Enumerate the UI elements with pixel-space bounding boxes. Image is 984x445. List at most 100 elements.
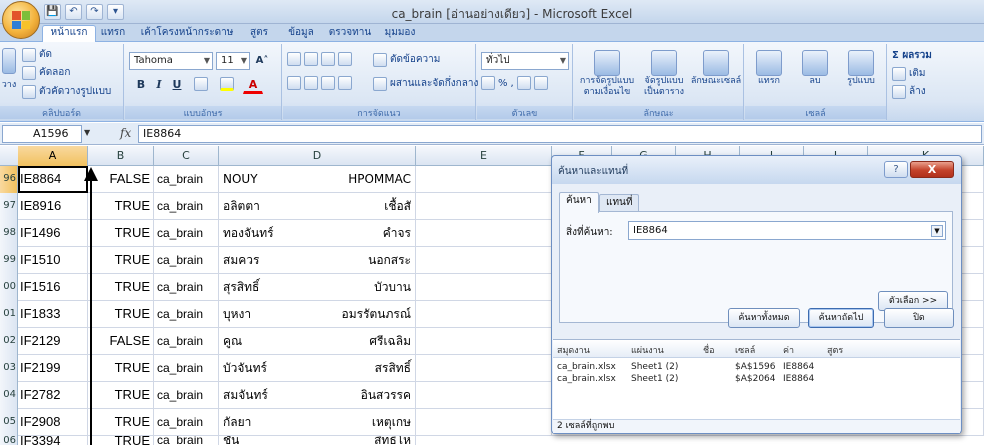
cell-b[interactable]: TRUE	[88, 274, 154, 301]
close-icon[interactable]: X	[910, 161, 954, 178]
cut-button[interactable]: ตัด	[22, 47, 52, 62]
cell-styles-button[interactable]: ลักษณะเซลล์	[690, 50, 742, 87]
cell-e[interactable]	[416, 355, 552, 382]
copy-button[interactable]: คัดลอก	[22, 65, 70, 80]
cell-d[interactable]: กัลยา เหตุเกษ	[219, 409, 416, 436]
cell-e[interactable]	[416, 382, 552, 409]
cell-d[interactable]: ชั้น สิทธิโห	[219, 436, 416, 445]
font-color-button[interactable]: A	[243, 76, 263, 94]
align-left-buttons[interactable]	[287, 76, 352, 90]
close-button[interactable]: ปิด	[884, 308, 954, 328]
wrap-text-button[interactable]: ตัดข้อความ	[373, 52, 440, 67]
cell-c[interactable]: ca_brain	[154, 166, 219, 193]
cell-a[interactable]: IE8864	[18, 166, 88, 193]
italic-button[interactable]: I	[149, 76, 169, 94]
tab-view[interactable]: มุมมอง	[380, 26, 420, 42]
cell-e[interactable]	[416, 274, 552, 301]
cell-c[interactable]: ca_brain	[154, 436, 219, 445]
number-buttons[interactable]: %,	[481, 76, 548, 90]
cell-d[interactable]: NOUY HPOMMAC	[219, 166, 416, 193]
cell-b[interactable]: TRUE	[88, 301, 154, 328]
tab-replace[interactable]: แทนที่	[599, 194, 640, 212]
cell-a[interactable]: IE8916	[18, 193, 88, 220]
cell-c[interactable]: ca_brain	[154, 220, 219, 247]
cell-a[interactable]: IF1516	[18, 274, 88, 301]
find-all-button[interactable]: ค้นหาทั้งหมด	[728, 308, 800, 328]
column-header-c[interactable]: C	[154, 146, 219, 166]
cell-a[interactable]: IF3394	[18, 436, 88, 445]
cell-c[interactable]: ca_brain	[154, 193, 219, 220]
underline-button[interactable]: U	[167, 76, 187, 94]
tab-data[interactable]: ข้อมูล	[283, 26, 319, 42]
office-button[interactable]	[2, 1, 40, 39]
cell-b[interactable]: TRUE	[88, 382, 154, 409]
insert-cells-button[interactable]: แทรก	[747, 50, 791, 87]
row-header[interactable]: 01	[0, 301, 18, 328]
cell-c[interactable]: ca_brain	[154, 328, 219, 355]
cell-d[interactable]: ทองจันทร์ คำจร	[219, 220, 416, 247]
cell-c[interactable]: ca_brain	[154, 301, 219, 328]
column-header-a[interactable]: A	[18, 146, 88, 166]
row-header[interactable]: 06	[0, 436, 18, 445]
find-next-button[interactable]: ค้นหาถัดไป	[808, 308, 874, 328]
row-header[interactable]: 97	[0, 193, 18, 220]
cell-a[interactable]: IF1510	[18, 247, 88, 274]
cell-e[interactable]	[416, 247, 552, 274]
number-format-combo[interactable]: ทั่วไป ▼	[481, 52, 569, 70]
tab-page-layout[interactable]: เค้าโครงหน้ากระดาษ	[136, 26, 238, 42]
tab-home[interactable]: หน้าแรก	[42, 25, 96, 42]
autosum-button[interactable]: Σ ผลรวม	[892, 48, 932, 63]
merge-center-button[interactable]: ผสานและจัดกึ่งกลาง	[373, 76, 478, 91]
cell-a[interactable]: IF1833	[18, 301, 88, 328]
results-col-sheet[interactable]: แผ่นงาน	[631, 343, 664, 357]
cell-d[interactable]: บุหงา อมรรัตนภรณ์	[219, 301, 416, 328]
format-painter-button[interactable]: ตัวคัดวางรูปแบบ	[22, 84, 111, 99]
borders-button[interactable]	[191, 76, 211, 94]
row-header[interactable]: 03	[0, 355, 18, 382]
tab-insert[interactable]: แทรก	[98, 26, 128, 42]
row-header[interactable]: 00	[0, 274, 18, 301]
column-header-d[interactable]: D	[219, 146, 416, 166]
column-header-b[interactable]: B	[88, 146, 154, 166]
results-col-value[interactable]: ค่า	[783, 343, 794, 357]
delete-cells-button[interactable]: ลบ	[793, 50, 837, 87]
fill-color-button[interactable]	[217, 76, 237, 94]
tab-formulas[interactable]: สูตร	[244, 26, 274, 42]
results-col-book[interactable]: สมุดงาน	[557, 343, 590, 357]
cell-e[interactable]	[416, 328, 552, 355]
results-col-formula[interactable]: สูตร	[827, 343, 843, 357]
cell-c[interactable]: ca_brain	[154, 382, 219, 409]
conditional-formatting-button[interactable]: การจัดรูปแบบตามเงื่อนไข	[576, 50, 638, 98]
cell-b[interactable]: TRUE	[88, 355, 154, 382]
cell-a[interactable]: IF2199	[18, 355, 88, 382]
tab-find[interactable]: ค้นหา	[559, 192, 599, 213]
row-header[interactable]: 04	[0, 382, 18, 409]
cell-b[interactable]: FALSE	[88, 328, 154, 355]
cell-d[interactable]: บัวจันทร์ สรสิทธิ์	[219, 355, 416, 382]
column-header-e[interactable]: E	[416, 146, 552, 166]
row-header[interactable]: 96	[0, 166, 18, 193]
format-cells-button[interactable]: รูปแบบ	[839, 50, 883, 87]
font-size-combo[interactable]: 11 ▼	[216, 52, 250, 70]
cell-e[interactable]	[416, 301, 552, 328]
results-col-name[interactable]: ชื่อ	[703, 343, 715, 357]
help-icon[interactable]: ?	[884, 161, 908, 178]
grow-font-button[interactable]: A˄	[252, 52, 272, 70]
cell-d[interactable]: คูณ ศรีเฉลิม	[219, 328, 416, 355]
paste-button[interactable]: วาง	[1, 48, 17, 91]
results-col-cell[interactable]: เซลล์	[735, 343, 755, 357]
cell-d[interactable]: อลิตตา เชื้อสั	[219, 193, 416, 220]
cell-a[interactable]: IF1496	[18, 220, 88, 247]
formula-input[interactable]: IE8864	[138, 125, 982, 143]
cell-e[interactable]	[416, 193, 552, 220]
dialog-title-bar[interactable]: ค้นหาและแทนที่ ? X	[552, 156, 961, 184]
cell-d[interactable]: สมจันทร์ อินสวรรค	[219, 382, 416, 409]
cell-c[interactable]: ca_brain	[154, 355, 219, 382]
cell-b[interactable]: TRUE	[88, 193, 154, 220]
row-header[interactable]: 05	[0, 409, 18, 436]
tab-review[interactable]: ตรวจทาน	[327, 26, 373, 42]
row-header[interactable]: 98	[0, 220, 18, 247]
cell-a[interactable]: IF2782	[18, 382, 88, 409]
row-header[interactable]: 02	[0, 328, 18, 355]
cell-e[interactable]	[416, 220, 552, 247]
